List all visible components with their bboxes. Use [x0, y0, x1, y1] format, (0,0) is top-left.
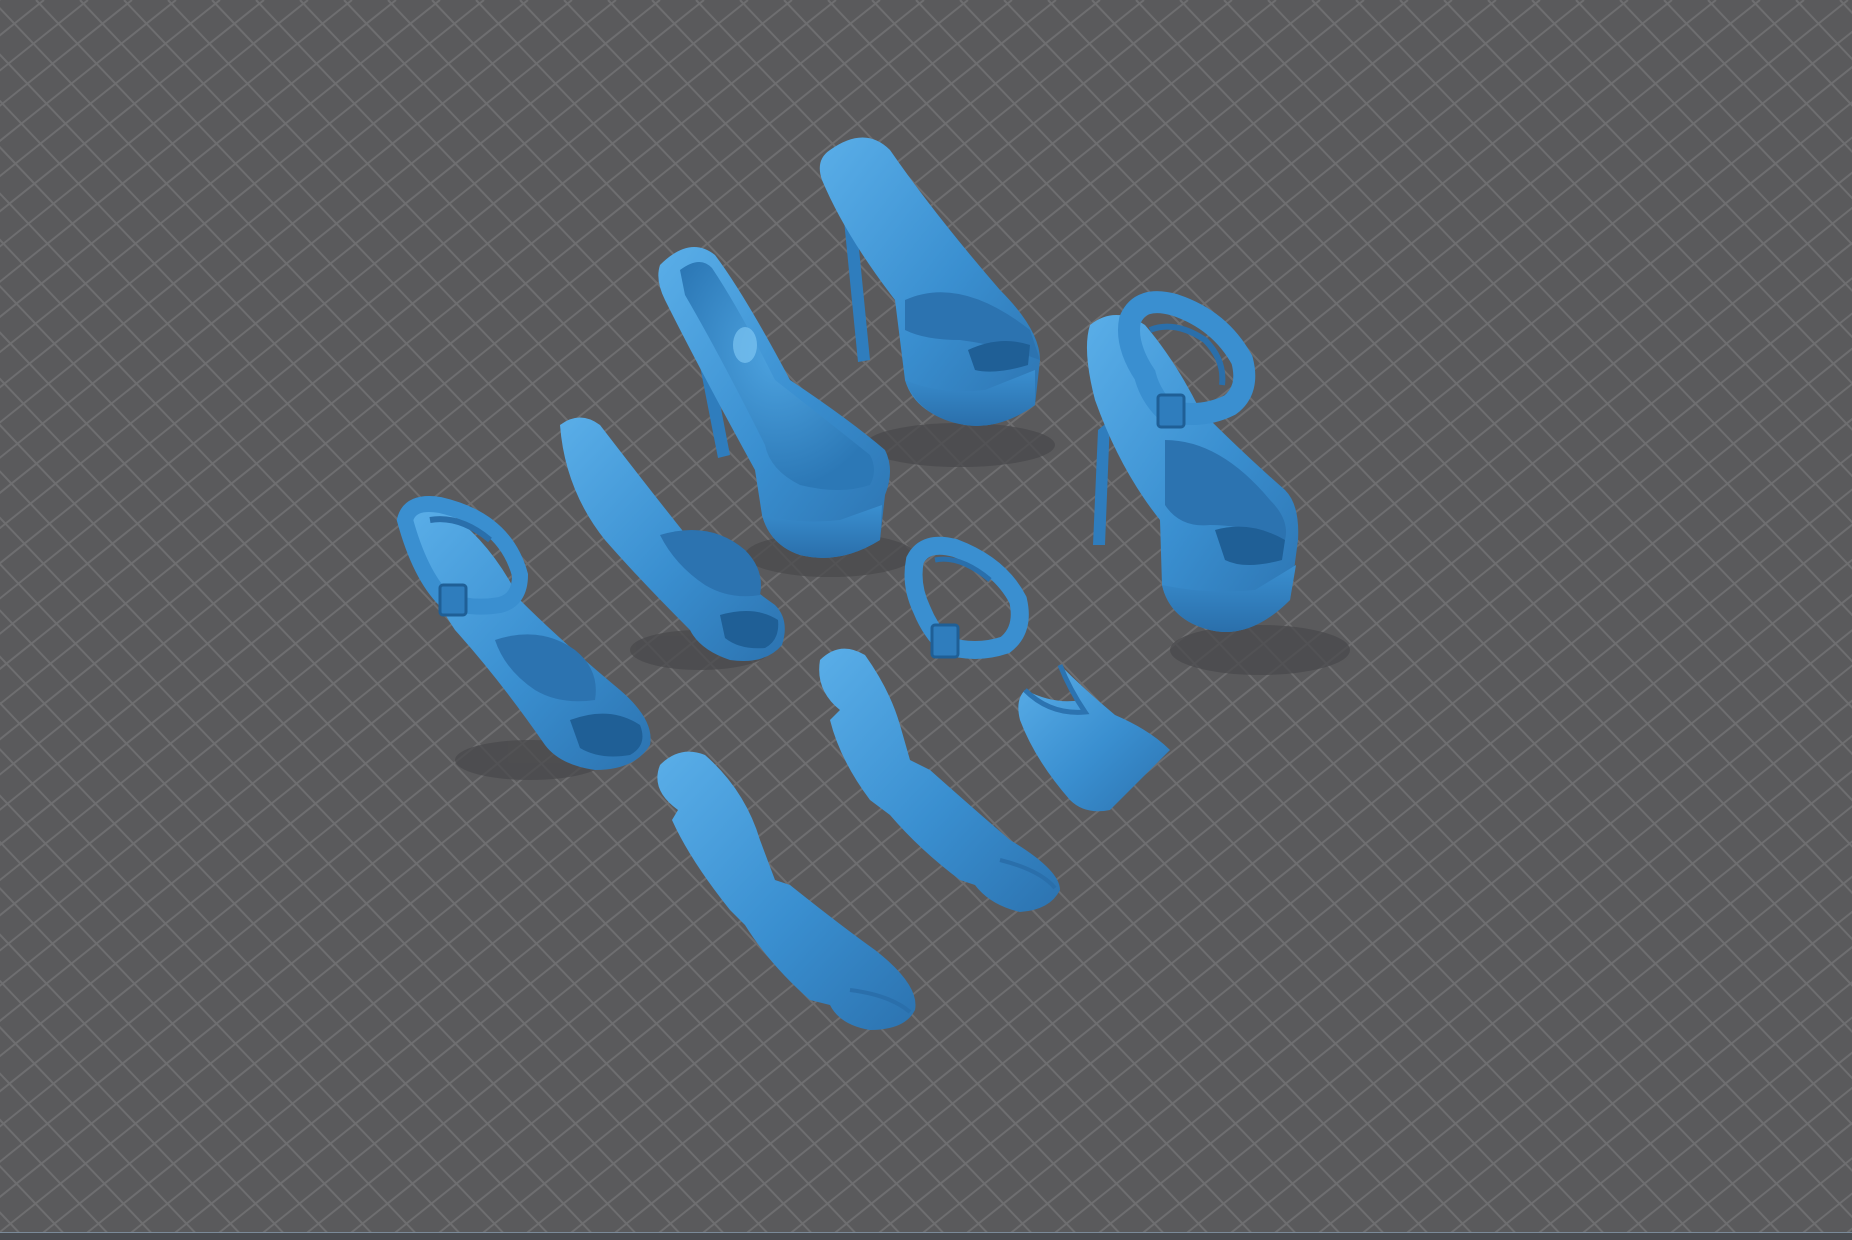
viewport-bottom-border	[0, 1232, 1852, 1240]
scene-canvas[interactable]	[0, 0, 1852, 1240]
3d-viewport[interactable]	[0, 0, 1852, 1240]
